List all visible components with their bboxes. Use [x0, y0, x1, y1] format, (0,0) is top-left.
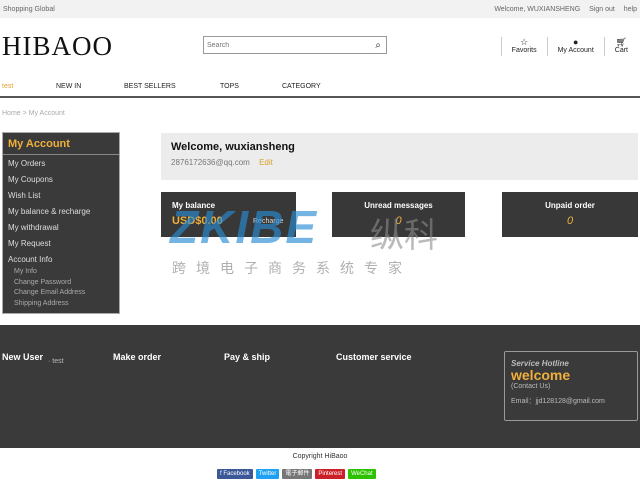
favorites-label: Favorits: [511, 47, 537, 54]
user-icon: ●: [572, 37, 579, 47]
account-sidebar: My Account My Orders My Coupons Wish Lis…: [2, 132, 120, 314]
recharge-link[interactable]: Recharge: [253, 218, 283, 225]
sidebar-item-withdrawal[interactable]: My withdrawal: [3, 219, 119, 235]
footer-col-title: New User: [2, 352, 44, 362]
sidebar-subitem-change-email[interactable]: Change Email Address: [3, 288, 119, 299]
welcome-text: Welcome, WUXIANSHENG: [494, 5, 581, 13]
breadcrumb[interactable]: Home > My Account: [0, 98, 640, 130]
header-icons: ☆ Favorits ● My Account 🛒︎ Cart: [500, 37, 640, 56]
share-email-button[interactable]: 電子郵件: [282, 469, 313, 479]
top-bar: Shopping Global Welcome, WUXIANSHENG Sig…: [0, 0, 640, 18]
search-input[interactable]: [204, 37, 370, 53]
nav-item-tops[interactable]: TOPS: [220, 83, 239, 90]
search-box: ⌕: [203, 36, 387, 54]
account-email: 2876172636@qq.com: [171, 158, 250, 167]
unpaid-order-card[interactable]: Unpaid order 0: [502, 192, 638, 237]
shopping-global-link[interactable]: Shopping Global: [3, 6, 55, 13]
email-row: 2876172636@qq.com Edit: [171, 158, 628, 167]
unread-messages-card[interactable]: Unread messages 0: [332, 192, 465, 237]
share-wechat-button[interactable]: WeChat: [348, 469, 376, 479]
service-hotline-box: Service Hotline welcome (Contact Us) Ema…: [504, 351, 638, 421]
footer-link-test[interactable]: · test: [48, 358, 64, 365]
welcome-panel: Welcome, wuxiansheng 2876172636@qq.com E…: [161, 133, 638, 180]
footer-link-test-label: test: [52, 358, 64, 365]
share-buttons: f Facebook Twitter 電子郵件 Pinterest WeChat: [217, 469, 376, 479]
sidebar-subitem-shipping-address[interactable]: Shipping Address: [3, 299, 119, 310]
nav-item-best-sellers[interactable]: BEST SELLERS: [124, 83, 176, 90]
unread-messages-label: Unread messages: [364, 201, 433, 210]
nav-item-test[interactable]: test: [2, 83, 13, 90]
watermark-tagline: 跨境电子商务系统专家: [172, 260, 412, 276]
help-link[interactable]: help: [624, 6, 637, 13]
share-facebook-button[interactable]: f Facebook: [217, 469, 253, 479]
footer: New User · test Make order Pay & ship Cu…: [0, 325, 640, 448]
sidebar-item-balance[interactable]: My balance & recharge: [3, 203, 119, 219]
nav-item-new-in[interactable]: NEW IN: [56, 83, 81, 90]
my-account-button[interactable]: ● My Account: [546, 37, 604, 56]
sidebar-title: My Account: [3, 133, 119, 155]
copyright: Copyright HiBaoo: [292, 453, 348, 460]
footer-col-make-order: Make order: [113, 352, 162, 362]
footer-col-new-user: New User · test: [2, 352, 64, 365]
sidebar-subitem-change-password[interactable]: Change Password: [3, 278, 119, 289]
sign-out-link[interactable]: Sign out: [589, 6, 615, 13]
unpaid-order-value: 0: [566, 215, 574, 227]
service-email: Email：jjd128128@gmail.com: [511, 398, 605, 405]
unread-messages-value: 0: [395, 215, 402, 227]
welcome-heading: Welcome, wuxiansheng: [171, 141, 295, 153]
balance-label: My balance: [172, 201, 216, 210]
my-account-label: My Account: [557, 47, 594, 54]
unpaid-order-label: Unpaid order: [545, 201, 595, 210]
service-welcome: welcome: [511, 367, 571, 383]
edit-link[interactable]: Edit: [259, 158, 273, 167]
footer-col-customer-service: Customer service: [336, 352, 412, 362]
cart-button[interactable]: 🛒︎ Cart: [603, 37, 640, 56]
share-pinterest-button[interactable]: Pinterest: [315, 469, 346, 479]
main-nav: test NEW IN BEST SELLERS TOPS CATEGORY: [0, 76, 640, 98]
share-twitter-button[interactable]: Twitter: [255, 469, 280, 479]
top-bar-right: Welcome, WUXIANSHENG Sign out help: [487, 6, 637, 13]
nav-item-category[interactable]: CATEGORY: [282, 83, 321, 90]
sidebar-item-coupons[interactable]: My Coupons: [3, 171, 119, 187]
contact-us-link[interactable]: (Contact Us): [511, 383, 631, 390]
sidebar-item-account-info[interactable]: Account Info: [3, 251, 119, 267]
footer-col-pay-ship: Pay & ship: [224, 352, 271, 362]
logo[interactable]: HIBAOO: [2, 31, 113, 62]
favorites-button[interactable]: ☆ Favorits: [500, 37, 547, 56]
sidebar-subitem-my-info[interactable]: My Info: [3, 267, 119, 278]
sidebar-item-request[interactable]: My Request: [3, 235, 119, 251]
sidebar-item-wish-list[interactable]: Wish List: [3, 187, 119, 203]
header: HIBAOO ⌕ ☆ Favorits ● My Account 🛒︎ Cart: [0, 18, 640, 76]
star-icon: ☆: [520, 37, 529, 47]
balance-card: My balance USD$0.00 Recharge: [161, 192, 296, 237]
search-icon[interactable]: ⌕: [370, 40, 386, 51]
cart-icon: 🛒︎: [615, 37, 628, 47]
sidebar-item-orders[interactable]: My Orders: [3, 155, 119, 171]
cart-label: Cart: [614, 47, 628, 54]
